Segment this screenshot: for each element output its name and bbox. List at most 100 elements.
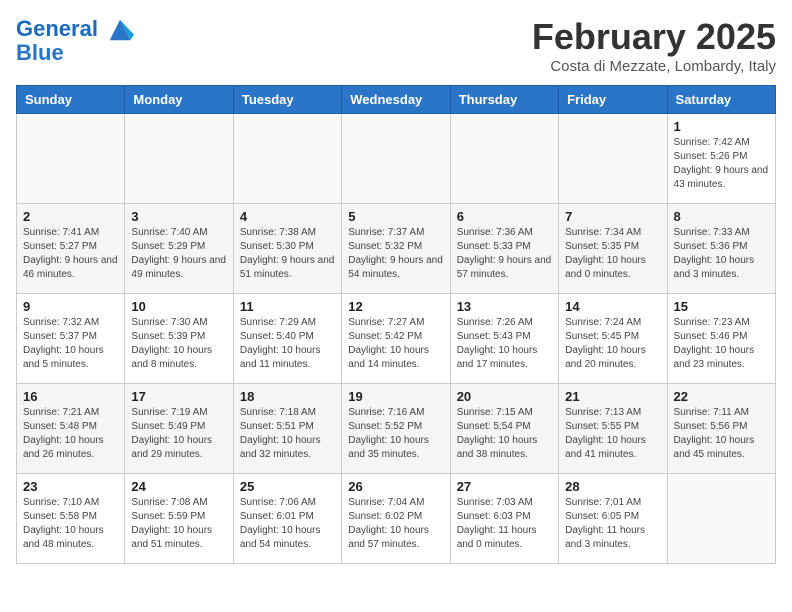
day-info: Sunrise: 7:41 AM Sunset: 5:27 PM Dayligh… xyxy=(23,226,118,282)
calendar-cell: 1Sunrise: 7:42 AM Sunset: 5:26 PM Daylig… xyxy=(667,114,775,204)
day-info: Sunrise: 7:21 AM Sunset: 5:48 PM Dayligh… xyxy=(23,406,118,462)
weekday-header: Friday xyxy=(559,86,667,114)
day-info: Sunrise: 7:27 AM Sunset: 5:42 PM Dayligh… xyxy=(348,316,443,372)
location: Costa di Mezzate, Lombardy, Italy xyxy=(532,58,776,75)
calendar-cell: 26 Sunrise: 7:04 AM Sunset: 6:02 PM Dayli… xyxy=(342,474,450,564)
day-number: 14 xyxy=(565,299,660,314)
day-info: Sunrise: 7:33 AM Sunset: 5:36 PM Dayligh… xyxy=(674,226,769,282)
calendar-cell: 15 Sunrise: 7:23 AM Sunset: 5:46 PM Dayli… xyxy=(667,294,775,384)
day-number: 24 xyxy=(131,479,226,494)
calendar-cell xyxy=(125,114,233,204)
calendar-cell: 7Sunrise: 7:34 AM Sunset: 5:35 PM Daylig… xyxy=(559,204,667,294)
day-info: Sunrise: 7:10 AM Sunset: 5:58 PM Dayligh… xyxy=(23,496,118,552)
day-number: 11 xyxy=(240,299,335,314)
day-number: 18 xyxy=(240,389,335,404)
calendar-cell: 22 Sunrise: 7:11 AM Sunset: 5:56 PM Dayli… xyxy=(667,384,775,474)
day-number: 13 xyxy=(457,299,552,314)
day-number: 10 xyxy=(131,299,226,314)
day-number: 23 xyxy=(23,479,118,494)
calendar-table: SundayMondayTuesdayWednesdayThursdayFrid… xyxy=(16,85,776,564)
day-number: 8 xyxy=(674,209,769,224)
calendar-cell: 9 Sunrise: 7:32 AM Sunset: 5:37 PM Daylig… xyxy=(17,294,125,384)
day-number: 19 xyxy=(348,389,443,404)
day-info: Sunrise: 7:40 AM Sunset: 5:29 PM Dayligh… xyxy=(131,226,226,282)
calendar-cell: 2 Sunrise: 7:41 AM Sunset: 5:27 PM Daylig… xyxy=(17,204,125,294)
day-info: Sunrise: 7:38 AM Sunset: 5:30 PM Dayligh… xyxy=(240,226,335,282)
day-number: 20 xyxy=(457,389,552,404)
calendar-cell: 18 Sunrise: 7:18 AM Sunset: 5:51 PM Dayli… xyxy=(233,384,341,474)
logo-icon xyxy=(106,16,134,44)
day-info: Sunrise: 7:32 AM Sunset: 5:37 PM Dayligh… xyxy=(23,316,118,372)
calendar-cell: 10 Sunrise: 7:30 AM Sunset: 5:39 PM Dayli… xyxy=(125,294,233,384)
calendar-week-row: 16 Sunrise: 7:21 AM Sunset: 5:48 PM Dayli… xyxy=(17,384,776,474)
day-info: Sunrise: 7:01 AM Sunset: 6:05 PM Dayligh… xyxy=(565,496,660,552)
day-info: Sunrise: 7:24 AM Sunset: 5:45 PM Dayligh… xyxy=(565,316,660,372)
calendar-cell xyxy=(17,114,125,204)
month-title: February 2025 xyxy=(532,16,776,58)
calendar-cell: 24Sunrise: 7:08 AM Sunset: 5:59 PM Dayli… xyxy=(125,474,233,564)
day-number: 9 xyxy=(23,299,118,314)
day-info: Sunrise: 7:15 AM Sunset: 5:54 PM Dayligh… xyxy=(457,406,552,462)
calendar-cell: 12 Sunrise: 7:27 AM Sunset: 5:42 PM Dayli… xyxy=(342,294,450,384)
day-info: Sunrise: 7:04 AM Sunset: 6:02 PM Dayligh… xyxy=(348,496,443,552)
day-number: 28 xyxy=(565,479,660,494)
day-info: Sunrise: 7:18 AM Sunset: 5:51 PM Dayligh… xyxy=(240,406,335,462)
weekday-header: Tuesday xyxy=(233,86,341,114)
day-number: 2 xyxy=(23,209,118,224)
day-number: 3 xyxy=(131,209,226,224)
calendar-cell: 21 Sunrise: 7:13 AM Sunset: 5:55 PM Dayli… xyxy=(559,384,667,474)
calendar-cell: 25 Sunrise: 7:06 AM Sunset: 6:01 PM Dayli… xyxy=(233,474,341,564)
day-number: 6 xyxy=(457,209,552,224)
day-number: 26 xyxy=(348,479,443,494)
day-info: Sunrise: 7:29 AM Sunset: 5:40 PM Dayligh… xyxy=(240,316,335,372)
day-info: Sunrise: 7:13 AM Sunset: 5:55 PM Dayligh… xyxy=(565,406,660,462)
day-info: Sunrise: 7:11 AM Sunset: 5:56 PM Dayligh… xyxy=(674,406,769,462)
day-number: 15 xyxy=(674,299,769,314)
day-info: Sunrise: 7:03 AM Sunset: 6:03 PM Dayligh… xyxy=(457,496,552,552)
day-number: 17 xyxy=(131,389,226,404)
calendar-cell: 8 Sunrise: 7:33 AM Sunset: 5:36 PM Daylig… xyxy=(667,204,775,294)
calendar-cell: 23 Sunrise: 7:10 AM Sunset: 5:58 PM Dayli… xyxy=(17,474,125,564)
day-info: Sunrise: 7:26 AM Sunset: 5:43 PM Dayligh… xyxy=(457,316,552,372)
day-number: 25 xyxy=(240,479,335,494)
calendar-cell: 16 Sunrise: 7:21 AM Sunset: 5:48 PM Dayli… xyxy=(17,384,125,474)
day-info: Sunrise: 7:37 AM Sunset: 5:32 PM Dayligh… xyxy=(348,226,443,282)
calendar-cell: 13 Sunrise: 7:26 AM Sunset: 5:43 PM Dayli… xyxy=(450,294,558,384)
title-block: February 2025 Costa di Mezzate, Lombardy… xyxy=(532,16,776,75)
calendar-week-row: 9 Sunrise: 7:32 AM Sunset: 5:37 PM Daylig… xyxy=(17,294,776,384)
day-number: 16 xyxy=(23,389,118,404)
calendar-cell: 14 Sunrise: 7:24 AM Sunset: 5:45 PM Dayli… xyxy=(559,294,667,384)
calendar-cell: 6 Sunrise: 7:36 AM Sunset: 5:33 PM Daylig… xyxy=(450,204,558,294)
day-info: Sunrise: 7:06 AM Sunset: 6:01 PM Dayligh… xyxy=(240,496,335,552)
day-number: 4 xyxy=(240,209,335,224)
weekday-header: Monday xyxy=(125,86,233,114)
day-info: Sunrise: 7:16 AM Sunset: 5:52 PM Dayligh… xyxy=(348,406,443,462)
calendar-cell xyxy=(342,114,450,204)
day-info: Sunrise: 7:19 AM Sunset: 5:49 PM Dayligh… xyxy=(131,406,226,462)
day-info: Sunrise: 7:30 AM Sunset: 5:39 PM Dayligh… xyxy=(131,316,226,372)
day-number: 21 xyxy=(565,389,660,404)
day-info: Sunrise: 7:23 AM Sunset: 5:46 PM Dayligh… xyxy=(674,316,769,372)
day-info: Sunrise: 7:42 AM Sunset: 5:26 PM Dayligh… xyxy=(674,136,769,192)
calendar-cell: 28 Sunrise: 7:01 AM Sunset: 6:05 PM Dayli… xyxy=(559,474,667,564)
calendar-cell xyxy=(667,474,775,564)
day-info: Sunrise: 7:36 AM Sunset: 5:33 PM Dayligh… xyxy=(457,226,552,282)
calendar-header-row: SundayMondayTuesdayWednesdayThursdayFrid… xyxy=(17,86,776,114)
calendar-cell xyxy=(559,114,667,204)
calendar-cell: 19 Sunrise: 7:16 AM Sunset: 5:52 PM Dayli… xyxy=(342,384,450,474)
logo: General Blue xyxy=(16,16,134,66)
calendar-cell: 27 Sunrise: 7:03 AM Sunset: 6:03 PM Dayli… xyxy=(450,474,558,564)
calendar-week-row: 23 Sunrise: 7:10 AM Sunset: 5:58 PM Dayli… xyxy=(17,474,776,564)
calendar-cell: 17 Sunrise: 7:19 AM Sunset: 5:49 PM Dayli… xyxy=(125,384,233,474)
calendar-cell: 3 Sunrise: 7:40 AM Sunset: 5:29 PM Daylig… xyxy=(125,204,233,294)
calendar-week-row: 1Sunrise: 7:42 AM Sunset: 5:26 PM Daylig… xyxy=(17,114,776,204)
calendar-cell: 11 Sunrise: 7:29 AM Sunset: 5:40 PM Dayli… xyxy=(233,294,341,384)
weekday-header: Sunday xyxy=(17,86,125,114)
day-number: 22 xyxy=(674,389,769,404)
day-number: 27 xyxy=(457,479,552,494)
day-number: 12 xyxy=(348,299,443,314)
weekday-header: Thursday xyxy=(450,86,558,114)
day-number: 5 xyxy=(348,209,443,224)
weekday-header: Saturday xyxy=(667,86,775,114)
calendar-week-row: 2 Sunrise: 7:41 AM Sunset: 5:27 PM Daylig… xyxy=(17,204,776,294)
